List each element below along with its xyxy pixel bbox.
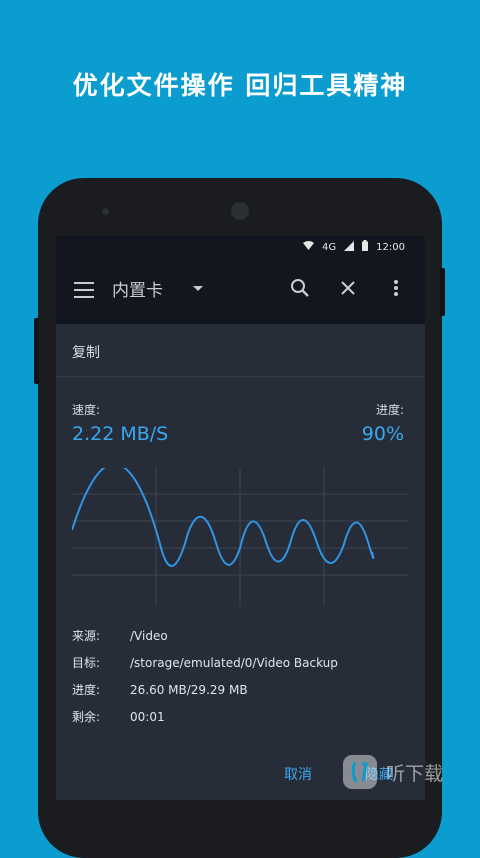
- signal-icon: [344, 240, 355, 254]
- promo-headline: 优化文件操作 回归工具精神: [72, 71, 408, 100]
- cancel-button[interactable]: 取消: [284, 764, 312, 784]
- detail-row-remaining: 剩余: 00:01: [72, 708, 165, 725]
- proximity-sensor: [102, 208, 109, 215]
- close-icon[interactable]: [336, 276, 360, 300]
- phone-screen: 4G 12:00 内置卡 复制 速度: 2.22 MB/S 进度: 90% 来源…: [56, 236, 425, 800]
- title-divider: [56, 376, 425, 377]
- detail-key: 进度:: [72, 683, 101, 697]
- speed-label: 速度:: [72, 403, 101, 417]
- detail-key: 来源:: [72, 629, 101, 643]
- detail-row-target: 目标: /storage/emulated/0/Video Backup: [72, 654, 338, 671]
- search-icon[interactable]: [288, 276, 312, 300]
- copy-progress-dialog: 复制 速度: 2.22 MB/S 进度: 90% 来源: /Video 目标: /s…: [56, 324, 425, 800]
- app-toolbar: 内置卡: [56, 258, 425, 324]
- battery-icon: [362, 240, 369, 254]
- watermark: 听下载: [330, 744, 480, 800]
- speed-graph: [72, 468, 408, 606]
- detail-value: /Video: [130, 629, 168, 643]
- detail-value: 26.60 MB/29.29 MB: [130, 683, 248, 697]
- earpiece-speaker: [231, 202, 249, 220]
- detail-value: /storage/emulated/0/Video Backup: [130, 656, 338, 670]
- volume-button: [34, 318, 39, 384]
- watermark-text: 听下载: [386, 763, 444, 785]
- network-label: 4G: [322, 241, 337, 253]
- speed-value: 2.22 MB/S: [72, 423, 169, 445]
- more-options-icon[interactable]: [384, 276, 408, 300]
- menu-icon[interactable]: [74, 282, 94, 298]
- watermark-logo-icon: [343, 755, 377, 789]
- detail-row-progress: 进度: 26.60 MB/29.29 MB: [72, 681, 248, 698]
- clock: 12:00: [376, 241, 405, 253]
- detail-row-source: 来源: /Video: [72, 627, 168, 644]
- progress-value: 90%: [361, 423, 404, 445]
- dropdown-arrow-icon[interactable]: [193, 286, 203, 291]
- dialog-title: 复制: [72, 345, 100, 361]
- status-bar: 4G 12:00: [56, 236, 425, 258]
- wifi-icon: [303, 241, 315, 253]
- detail-key: 目标:: [72, 656, 101, 670]
- storage-title[interactable]: 内置卡: [112, 276, 163, 301]
- detail-key: 剩余:: [72, 710, 101, 724]
- detail-value: 00:01: [130, 710, 165, 724]
- power-button: [440, 268, 445, 316]
- progress-label: 进度:: [375, 403, 404, 417]
